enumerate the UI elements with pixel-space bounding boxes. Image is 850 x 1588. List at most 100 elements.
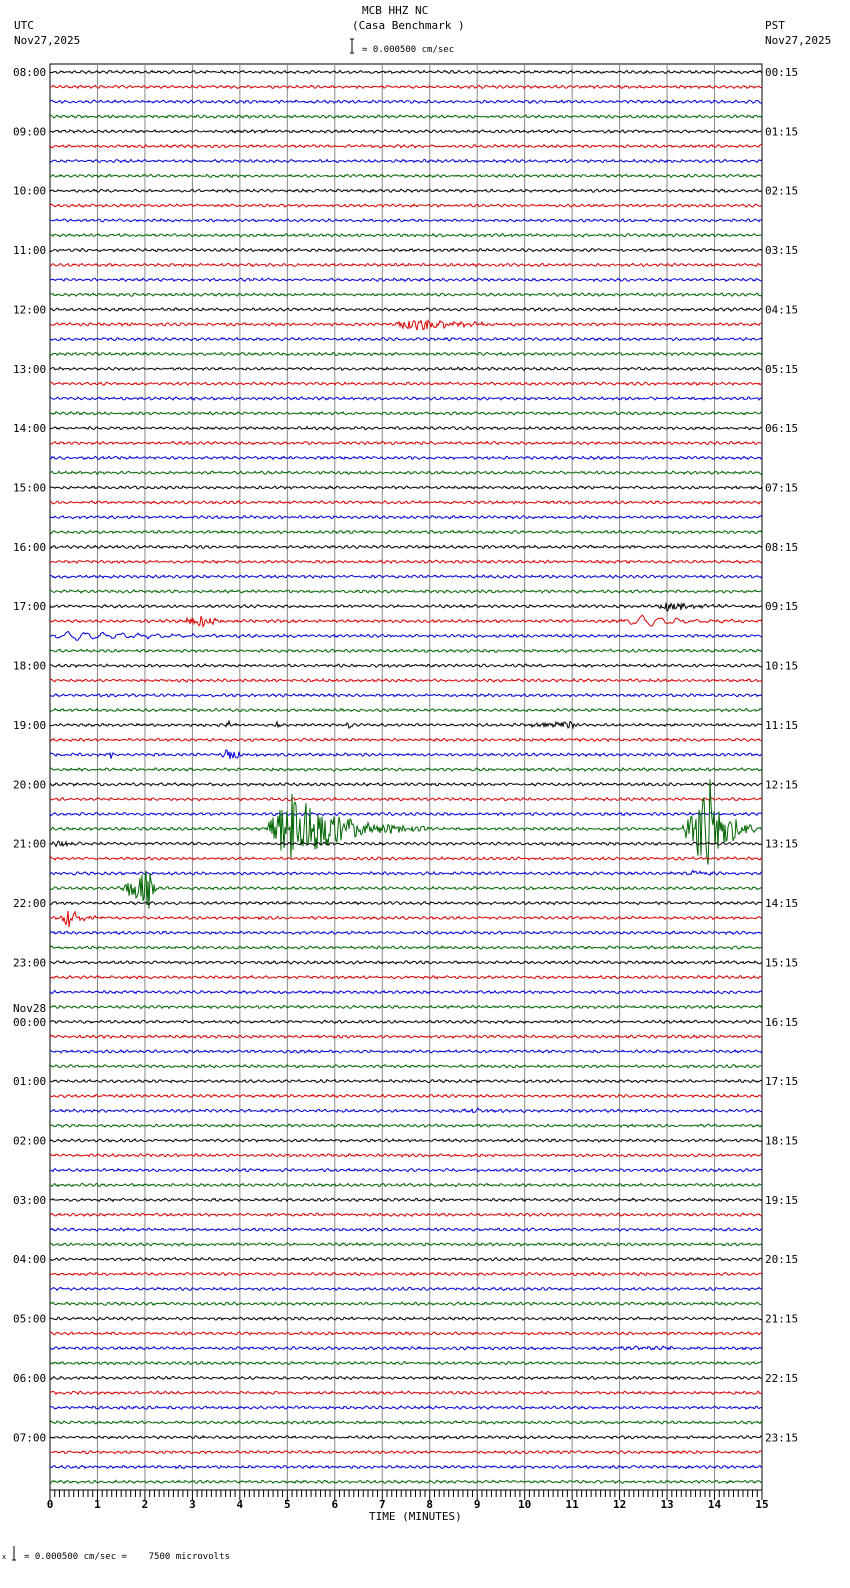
trace-line <box>49 1212 763 1218</box>
trace-line <box>49 292 763 297</box>
trace-line <box>49 1360 763 1366</box>
trace-line <box>49 1152 762 1158</box>
x-tick-label: 5 <box>284 1498 291 1511</box>
trace-line <box>49 930 763 936</box>
trace-line <box>49 69 763 75</box>
trace-line <box>49 989 763 995</box>
trace-line <box>49 840 763 848</box>
trace-line <box>49 84 763 90</box>
trace-line <box>49 99 763 105</box>
trace-line <box>49 514 763 520</box>
left-hour-label: 01:00 <box>13 1075 46 1088</box>
left-hour-label: 05:00 <box>13 1313 46 1326</box>
x-tick-label: 4 <box>237 1498 244 1511</box>
footer-scale-bar-icon: x <box>2 1546 16 1561</box>
right-hour-label: 14:15 <box>765 897 798 910</box>
trace-line <box>49 218 763 223</box>
trace-line <box>49 1390 763 1396</box>
left-hour-label: 20:00 <box>13 778 46 791</box>
trace-line <box>49 247 763 253</box>
trace-line <box>49 781 763 787</box>
trace-line <box>49 470 763 476</box>
station-title: MCB HHZ NC <box>362 4 428 17</box>
scale-bar-icon <box>350 38 354 54</box>
trace-line <box>49 1063 763 1069</box>
right-hour-label: 05:15 <box>765 363 798 376</box>
trace-line <box>49 944 763 950</box>
trace-line <box>49 262 763 268</box>
right-hour-label: 20:15 <box>765 1253 798 1266</box>
trace-line <box>49 1197 763 1203</box>
trace-line <box>49 410 763 416</box>
trace-line <box>49 1464 763 1470</box>
trace-line <box>49 1301 763 1307</box>
left-hour-label: 08:00 <box>13 66 46 79</box>
trace-line <box>49 692 763 698</box>
trace-line <box>49 559 763 565</box>
x-axis-label: TIME (MINUTES) <box>369 1510 462 1523</box>
trace-line <box>49 574 763 580</box>
right-hour-label: 22:15 <box>765 1372 798 1385</box>
left-hour-label: 06:00 <box>13 1372 46 1385</box>
trace-line <box>49 1227 763 1232</box>
right-hour-label: 11:15 <box>765 719 798 732</box>
trace-line <box>50 1241 763 1247</box>
left-hour-label: 04:00 <box>13 1253 46 1266</box>
left-hour-label: 02:00 <box>13 1134 46 1147</box>
trace-line <box>49 974 763 980</box>
right-date: Nov27,2025 <box>765 34 831 47</box>
helicorder-chart: MCB HHZ NC (Casa Benchmark ) UTC Nov27,2… <box>2 4 831 1562</box>
x-tick-label: 11 <box>566 1498 580 1511</box>
trace-line <box>49 232 763 238</box>
x-tick-label: 10 <box>518 1498 531 1511</box>
trace-line <box>49 366 763 372</box>
right-hour-label: 08:15 <box>765 541 798 554</box>
trace-line <box>49 544 763 550</box>
footer-scale-label: = 0.000500 cm/sec = 7500 microvolts <box>24 1552 230 1562</box>
left-hour-label: 22:00 <box>13 897 46 910</box>
right-hour-label: 07:15 <box>765 482 798 495</box>
trace-line <box>49 1434 763 1440</box>
trace-line <box>49 1123 763 1129</box>
trace-line <box>49 1078 763 1084</box>
right-hour-label: 12:15 <box>765 778 798 791</box>
trace-line <box>50 277 763 283</box>
trace-line <box>49 351 763 357</box>
left-hour-label: 18:00 <box>13 660 46 673</box>
trace-line <box>49 601 763 612</box>
x-tick-label: 0 <box>47 1498 54 1511</box>
trace-line <box>49 129 763 134</box>
trace-line <box>49 319 763 331</box>
left-hour-label: 14:00 <box>13 422 46 435</box>
trace-line <box>49 900 763 906</box>
trace-line <box>49 1479 763 1485</box>
right-hour-label: 03:15 <box>765 244 798 257</box>
left-hour-label: 00:00 <box>13 1016 46 1029</box>
trace-line <box>49 381 762 386</box>
trace-line <box>49 485 763 491</box>
trace-line <box>49 707 763 713</box>
x-tick-label: 13 <box>660 1498 673 1511</box>
right-hour-label: 13:15 <box>765 838 798 851</box>
trace-line <box>49 1345 763 1351</box>
trace-line <box>50 499 763 505</box>
trace-line <box>49 1093 763 1099</box>
right-hour-label: 21:15 <box>765 1313 798 1326</box>
left-hour-label: 07:00 <box>13 1431 46 1444</box>
trace-line <box>49 1048 763 1054</box>
plot-frame <box>49 63 763 1491</box>
trace-line <box>49 1019 763 1025</box>
trace-line <box>49 749 763 760</box>
trace-line <box>49 648 763 654</box>
x-tick-label: 9 <box>474 1498 481 1511</box>
trace-line <box>49 1286 763 1292</box>
grid <box>49 63 763 1491</box>
right-hour-label: 17:15 <box>765 1075 798 1088</box>
trace-line <box>49 1405 763 1410</box>
left-hour-label: 13:00 <box>13 363 46 376</box>
trace-line <box>50 1449 763 1455</box>
trace-line <box>49 1271 763 1277</box>
right-hour-label: 09:15 <box>765 600 798 613</box>
trace-line <box>49 158 763 164</box>
trace-line <box>49 630 763 641</box>
